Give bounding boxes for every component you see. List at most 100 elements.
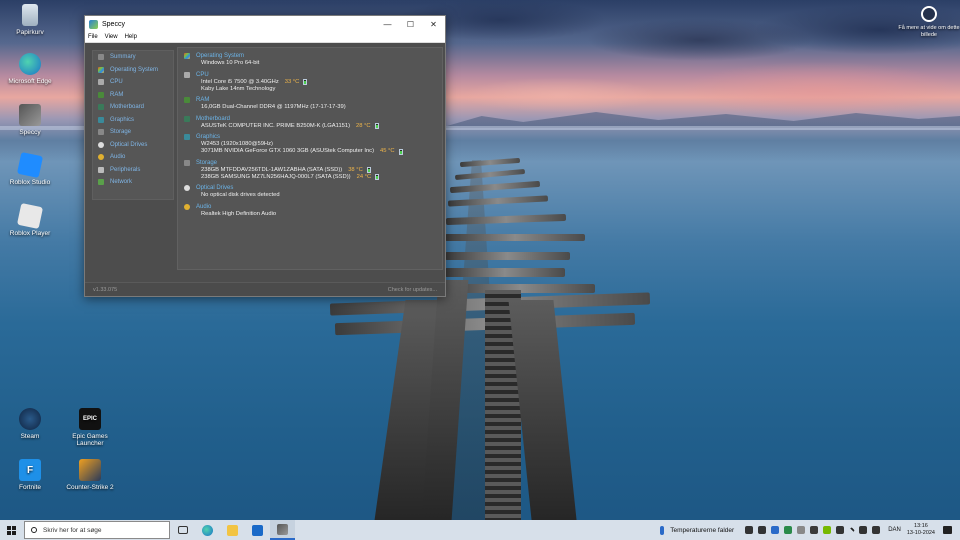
- tray-app-icon[interactable]: [809, 526, 818, 534]
- desktop-icon-label: Papirkurv: [16, 29, 44, 36]
- nav-network[interactable]: Network: [93, 176, 173, 189]
- taskbar-speccy[interactable]: [270, 520, 295, 540]
- section-ram: RAM 16,0GB Dual-Channel DDR4 @ 1197MHz (…: [184, 96, 436, 111]
- nav-optical-drives[interactable]: Optical Drives: [93, 139, 173, 152]
- drive-2-value: 238GB SAMSUNG MZ7LN256HAJQ-000L7 (SATA (…: [201, 173, 351, 180]
- chevron-up-icon[interactable]: [847, 526, 855, 534]
- tray-app-icon[interactable]: [835, 526, 844, 534]
- temp-gauge-icon: [374, 123, 379, 129]
- nav-storage[interactable]: Storage: [93, 126, 173, 139]
- desktop-icon-steam[interactable]: Steam: [0, 408, 60, 440]
- drive-2-temp: 24 °C: [356, 173, 372, 180]
- tray-app-icon[interactable]: [770, 526, 779, 534]
- desktop-icon-epic-games[interactable]: EPIC Epic Games Launcher: [60, 408, 120, 447]
- desktop-icon-label: Fortnite: [18, 484, 42, 491]
- section-title[interactable]: Graphics: [196, 134, 220, 140]
- section-title[interactable]: Operating System: [196, 53, 244, 59]
- desktop-icon-fortnite[interactable]: F Fortnite: [0, 459, 60, 491]
- desktop-icon-speccy[interactable]: Speccy: [0, 104, 60, 136]
- desktop-icon-label: Epic Games Launcher: [72, 433, 108, 447]
- section-title[interactable]: RAM: [196, 97, 209, 103]
- desktop-icon-roblox-player[interactable]: Roblox Player: [0, 202, 60, 237]
- clock[interactable]: 13:16 13-10-2024: [907, 523, 935, 537]
- section-title[interactable]: CPU: [196, 72, 209, 78]
- steam-tray-icon[interactable]: [757, 526, 766, 534]
- storage-icon: [184, 159, 190, 166]
- desktop-icon-label: Speccy: [19, 129, 41, 136]
- task-view-button[interactable]: [170, 520, 195, 540]
- desktop-icon-counter-strike[interactable]: Counter-Strike 2: [60, 459, 120, 491]
- section-title[interactable]: Motherboard: [196, 116, 230, 122]
- minimize-button[interactable]: —: [376, 20, 399, 29]
- nav-operating-system[interactable]: Operating System: [93, 64, 173, 77]
- audio-icon: [98, 154, 104, 161]
- maximize-button[interactable]: ☐: [399, 20, 422, 29]
- notification-icon[interactable]: [943, 526, 952, 534]
- volume-icon[interactable]: [871, 526, 880, 534]
- nav-cpu[interactable]: CPU: [93, 76, 173, 89]
- network-icon[interactable]: [858, 526, 867, 534]
- taskbar: Skriv her for at søge Temperaturerne fal…: [0, 520, 960, 540]
- speccy-icon: [277, 523, 288, 535]
- motherboard-temp: 28 °C: [356, 122, 371, 129]
- task-view-icon: [177, 526, 188, 534]
- search-icon: [31, 527, 37, 533]
- taskbar-mail[interactable]: [245, 520, 270, 540]
- menu-file[interactable]: File: [88, 34, 98, 40]
- cpu-tech: Kaby Lake 14nm Technology: [201, 85, 276, 92]
- nav-summary[interactable]: Summary: [93, 51, 173, 64]
- roblox-studio-icon: [16, 151, 44, 179]
- menu-help[interactable]: Help: [125, 34, 137, 40]
- steam-icon: [19, 408, 41, 430]
- optical-value: No optical disk drives detected: [201, 192, 280, 198]
- graphics-icon: [184, 134, 190, 140]
- tray-app-icon[interactable]: [744, 526, 753, 534]
- taskbar-edge[interactable]: [195, 520, 220, 540]
- menu-bar: File View Help: [85, 32, 445, 43]
- taskbar-file-explorer[interactable]: [220, 520, 245, 540]
- nav-ram[interactable]: RAM: [93, 89, 173, 102]
- weather-widget[interactable]: Temperaturerne falder: [660, 525, 734, 535]
- counter-strike-icon: [79, 459, 101, 481]
- tray-app-icon[interactable]: [796, 526, 805, 534]
- cpu-temp: 33 °C: [284, 78, 300, 85]
- nav-label: Storage: [110, 129, 132, 136]
- nvidia-icon[interactable]: [822, 526, 831, 534]
- windows-logo-icon: [6, 525, 16, 535]
- windows-icon: [184, 53, 190, 59]
- system-tray: DAN 13:16 13-10-2024: [742, 523, 960, 537]
- section-title[interactable]: Optical Drives: [196, 185, 233, 191]
- speccy-icon: [19, 104, 41, 126]
- nav-label: Summary: [110, 54, 136, 61]
- temp-gauge-icon: [375, 174, 380, 180]
- desktop-icon-roblox-studio[interactable]: Roblox Studio: [0, 151, 60, 186]
- search-box[interactable]: Skriv her for at søge: [24, 521, 170, 539]
- mail-icon: [252, 524, 263, 536]
- nav-peripherals[interactable]: Peripherals: [93, 164, 173, 177]
- clock-time: 13:16: [914, 523, 928, 529]
- nav-graphics[interactable]: Graphics: [93, 114, 173, 127]
- section-title[interactable]: Audio: [196, 204, 211, 210]
- nav-audio[interactable]: Audio: [93, 151, 173, 164]
- clock-date: 13-10-2024: [906, 530, 935, 536]
- language-indicator[interactable]: DAN: [888, 527, 901, 533]
- start-button[interactable]: [0, 520, 22, 540]
- temp-gauge-icon: [366, 167, 371, 173]
- menu-view[interactable]: View: [105, 34, 118, 40]
- close-button[interactable]: ✕: [422, 20, 445, 29]
- spotlight-label: Få mere at vide om dette billede: [898, 25, 960, 38]
- desktop-icon-recycle-bin[interactable]: Papirkurv: [0, 4, 60, 36]
- sidebar: Summary Operating System CPU RAM Motherb…: [92, 50, 174, 200]
- nav-motherboard[interactable]: Motherboard: [93, 101, 173, 114]
- nav-label: RAM: [110, 91, 124, 98]
- spotlight-learn-more[interactable]: Få mere at vide om dette billede: [898, 6, 960, 38]
- audio-icon: [184, 203, 190, 210]
- desktop-icon-edge[interactable]: Microsoft Edge: [0, 53, 60, 85]
- check-updates-link[interactable]: Check for updates...: [388, 287, 437, 293]
- os-value: Windows 10 Pro 64-bit: [201, 60, 260, 66]
- tray-app-icon[interactable]: [783, 526, 792, 534]
- nav-label: Peripherals: [110, 166, 141, 173]
- title-bar[interactable]: Speccy — ☐ ✕: [85, 16, 445, 32]
- section-title[interactable]: Storage: [196, 160, 217, 166]
- status-bar: v1.33.075 Check for updates...: [85, 282, 445, 296]
